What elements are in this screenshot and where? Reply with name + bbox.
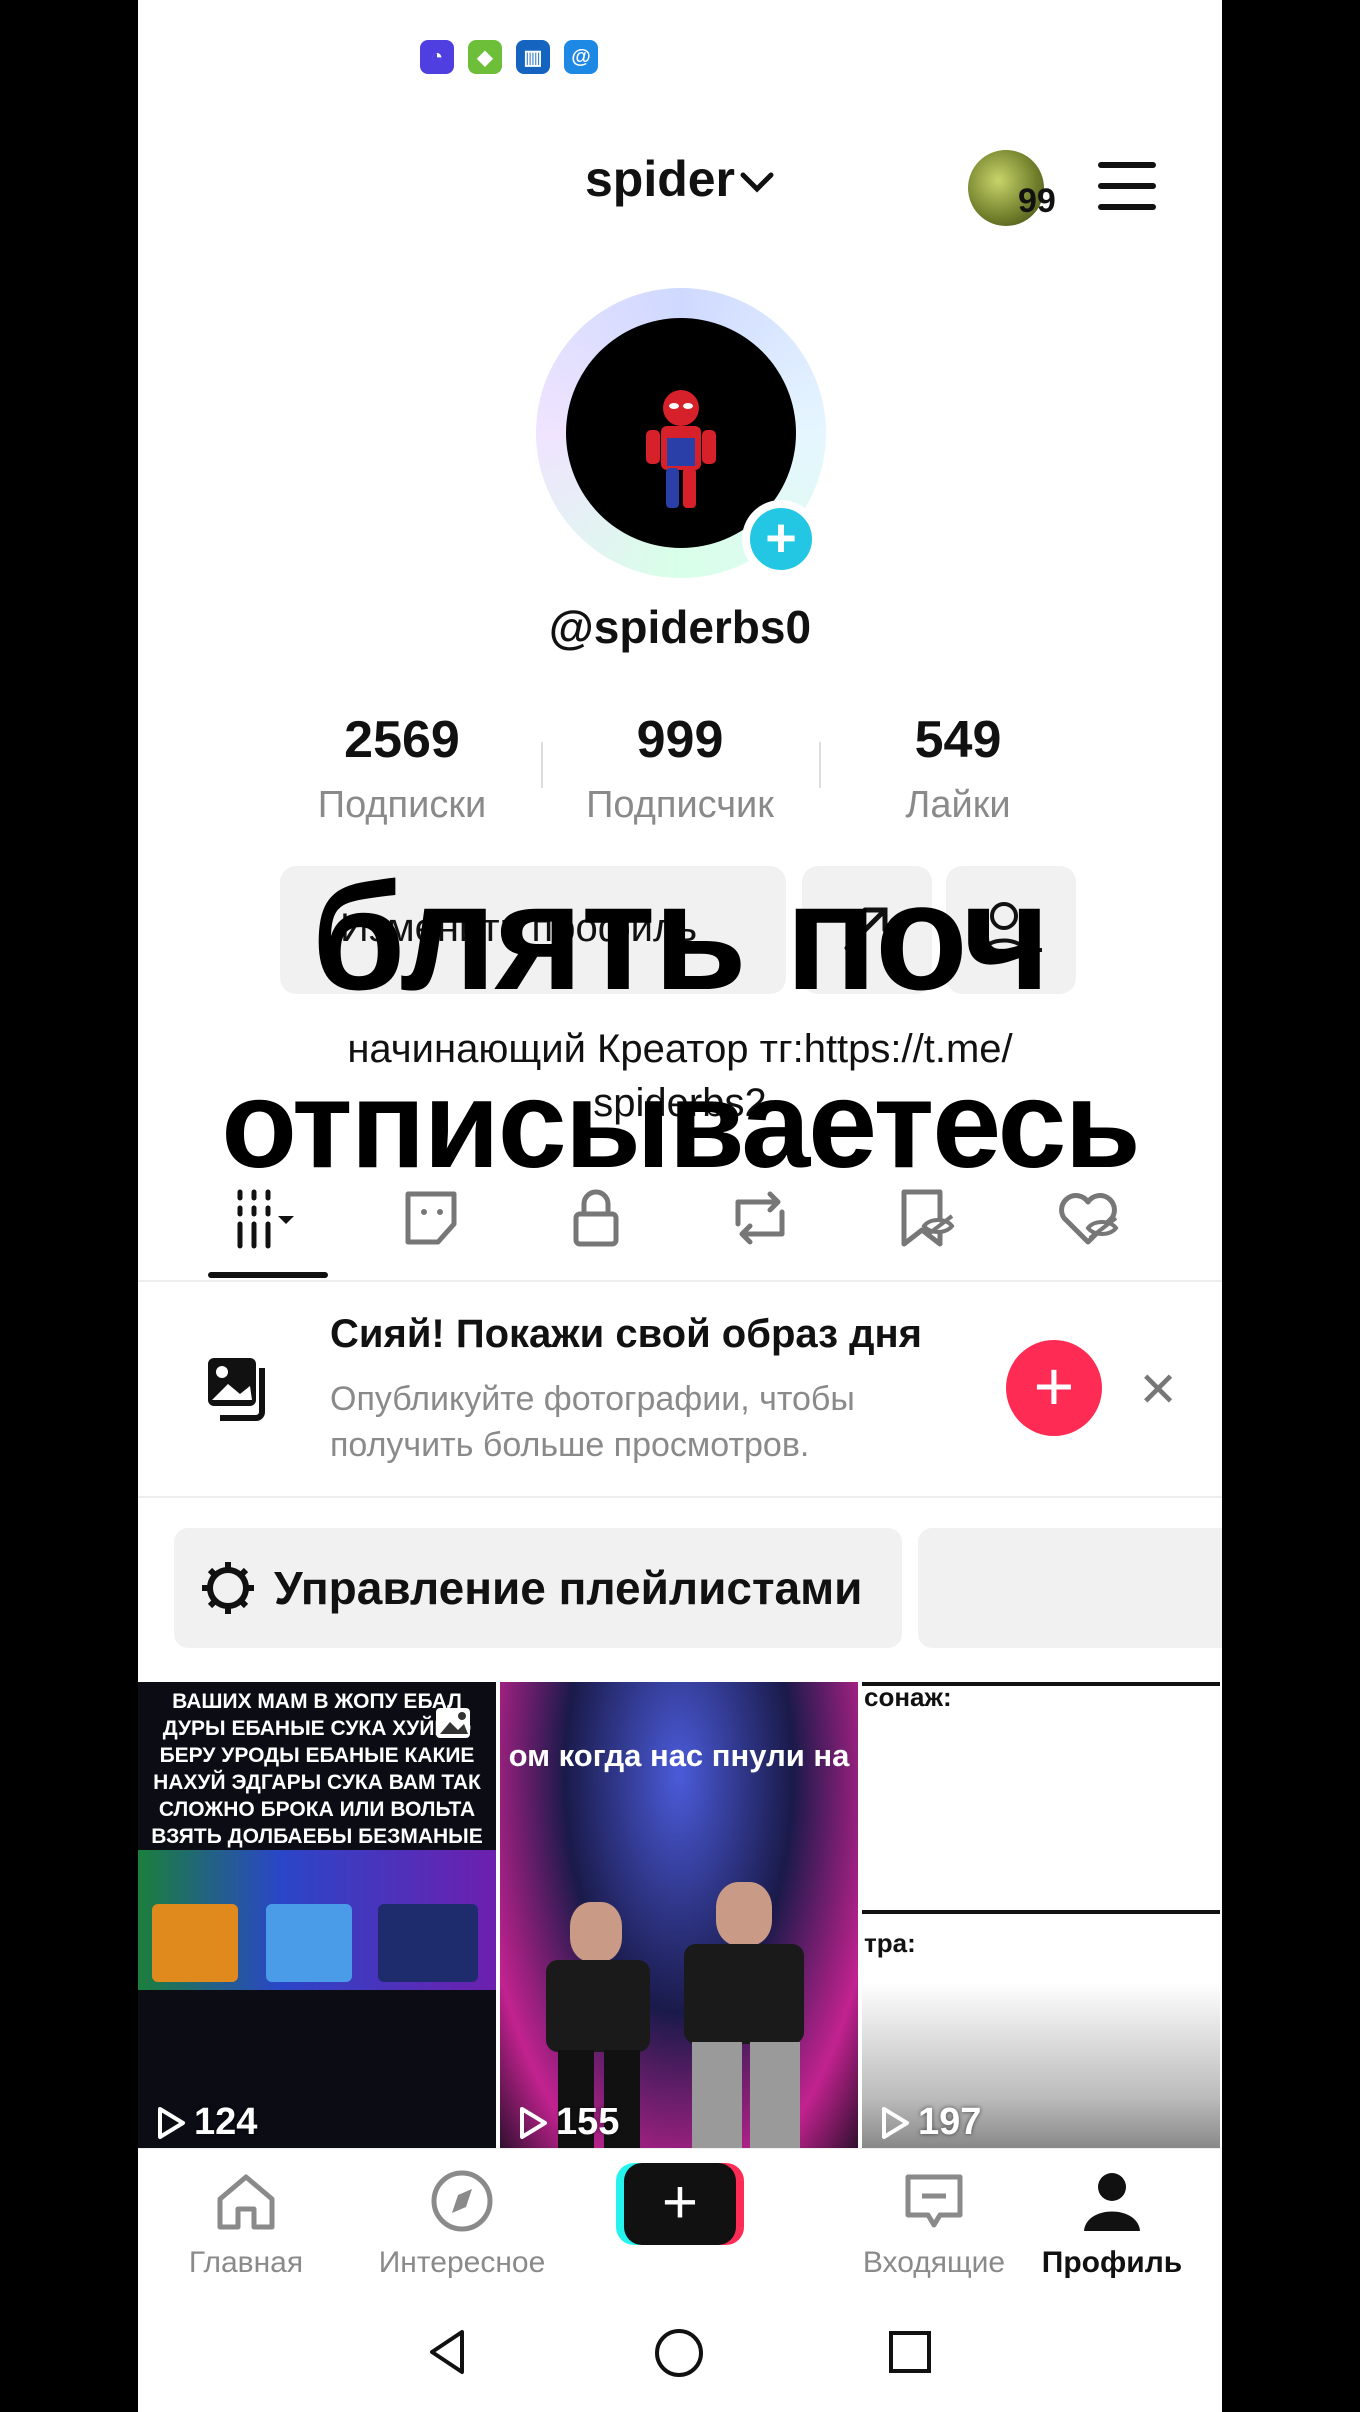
video-caption: тра: bbox=[864, 1928, 916, 1958]
play-icon bbox=[520, 2106, 547, 2139]
nav-label: Главная bbox=[188, 2246, 304, 2279]
app-icon-2: ◆ bbox=[468, 40, 502, 74]
video-caption: ом когда нас пнули на bbox=[508, 1738, 850, 1773]
repost-icon[interactable] bbox=[726, 1184, 794, 1252]
recents-icon[interactable] bbox=[886, 2328, 934, 2376]
create-button[interactable]: + bbox=[616, 2163, 744, 2245]
heart-hidden-icon[interactable] bbox=[1054, 1184, 1122, 1252]
chevron-down-icon bbox=[740, 172, 774, 193]
nav-discover[interactable]: Интересное bbox=[362, 2169, 562, 2280]
stat-label: Лайки bbox=[905, 784, 1011, 826]
promo-divider bbox=[138, 1496, 1222, 1498]
manage-playlists-label: Управление плейлистами bbox=[274, 1562, 863, 1614]
inbox-icon bbox=[905, 2174, 963, 2228]
stat-value: 549 bbox=[914, 711, 1002, 769]
profile-handle: @spiderbs0 bbox=[548, 601, 812, 653]
sticker-icon[interactable] bbox=[398, 1184, 466, 1252]
compass-icon bbox=[431, 2170, 493, 2232]
view-count: 124 bbox=[156, 2101, 257, 2144]
stat-value: 999 bbox=[636, 711, 724, 769]
app-icon-1: ◔ bbox=[420, 40, 454, 74]
manage-playlists-button[interactable]: Управление плейлистами bbox=[174, 1528, 902, 1648]
lock-icon[interactable] bbox=[562, 1184, 630, 1252]
gear-icon bbox=[202, 1562, 254, 1614]
nav-profile[interactable]: Профиль bbox=[1012, 2169, 1212, 2280]
account-name: spider bbox=[584, 151, 736, 207]
stat-likes[interactable]: 549 Лайки bbox=[820, 710, 1096, 827]
photo-post-icon bbox=[436, 1708, 470, 1738]
app-icon-3: ▥ bbox=[516, 40, 550, 74]
home-circle-icon[interactable] bbox=[652, 2326, 706, 2380]
overlay-caption: блять поч bbox=[311, 852, 1051, 1022]
stat-label: Подписки bbox=[317, 784, 487, 826]
add-story-button[interactable]: + bbox=[742, 500, 820, 578]
nav-label: Интересное bbox=[378, 2246, 546, 2279]
overlay-caption: отписываетесь bbox=[221, 1056, 1141, 1194]
playlist-item[interactable] bbox=[918, 1528, 1222, 1648]
stat-followers[interactable]: 999 Подписчик bbox=[542, 710, 818, 827]
view-count-value: 155 bbox=[556, 2101, 620, 2143]
promo-subtitle: Опубликуйте фотографии, чтобы получить б… bbox=[330, 1380, 855, 1464]
bookmark-hidden-icon[interactable] bbox=[890, 1184, 958, 1252]
grid-icon[interactable] bbox=[232, 1184, 300, 1252]
back-icon[interactable] bbox=[422, 2326, 474, 2378]
close-icon[interactable]: ✕ bbox=[1138, 1362, 1178, 1418]
promo-add-button[interactable]: + bbox=[1006, 1340, 1102, 1436]
profile-icon bbox=[1084, 2173, 1140, 2231]
coin-count: 99 bbox=[1018, 182, 1056, 220]
active-tab-indicator bbox=[208, 1272, 328, 1278]
status-bar: ◔ ◆ ▥ @ bbox=[420, 40, 598, 74]
video-thumbnail[interactable]: ВАШИХ МАМ В ЖОПУ ЕБАЛ ДУРЫ ЕБАНЫЕ СУКА Х… bbox=[138, 1682, 496, 2148]
view-count: 155 bbox=[518, 2101, 619, 2144]
promo-title: Сияй! Покажи свой образ дня bbox=[330, 1312, 922, 1356]
video-caption: сонаж: bbox=[864, 1682, 952, 1712]
menu-icon[interactable] bbox=[1098, 162, 1156, 210]
stat-following[interactable]: 2569 Подписки bbox=[264, 710, 540, 827]
view-count: 197 bbox=[880, 2101, 981, 2144]
photo-stack-icon bbox=[208, 1358, 265, 1421]
nav-home[interactable]: Главная bbox=[146, 2169, 346, 2280]
video-thumbnail[interactable]: ом когда нас пнули на 155 bbox=[500, 1682, 858, 2148]
view-count-value: 197 bbox=[918, 2101, 982, 2143]
stat-label: Подписчик bbox=[586, 784, 774, 826]
nav-label: Входящие bbox=[862, 2246, 1006, 2279]
play-icon bbox=[882, 2106, 909, 2139]
bottom-navigation: Главная Интересное + Входящие Профиль bbox=[138, 2148, 1222, 2289]
profile-screen: ◔ ◆ ▥ @ spider 99 + @spiderbs0 2569 Подп… bbox=[138, 0, 1222, 2412]
play-icon bbox=[158, 2106, 185, 2139]
video-thumbnail[interactable]: сонаж: тра: 197 bbox=[862, 1682, 1220, 2148]
dancer-figure bbox=[676, 1882, 816, 2148]
view-count-value: 124 bbox=[194, 2101, 258, 2143]
system-navigation-bar bbox=[138, 2288, 1222, 2412]
app-icon-4: @ bbox=[564, 40, 598, 74]
home-icon bbox=[217, 2174, 275, 2230]
tabs-divider bbox=[138, 1280, 1222, 1282]
game-screenshot bbox=[138, 1850, 496, 1990]
plus-icon: + bbox=[624, 2163, 736, 2245]
nav-inbox[interactable]: Входящие bbox=[834, 2169, 1034, 2280]
account-switcher[interactable]: spider bbox=[138, 150, 1222, 208]
nav-label: Профиль bbox=[1041, 2246, 1183, 2279]
stat-value: 2569 bbox=[344, 711, 460, 769]
